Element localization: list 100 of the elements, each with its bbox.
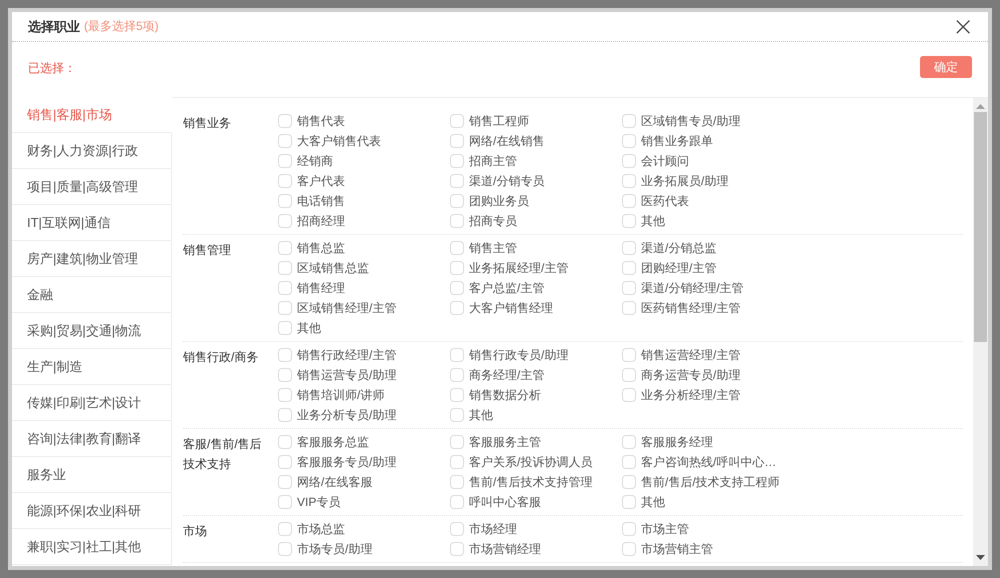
option-label[interactable]: 团购经理/主管: [641, 260, 716, 276]
checkbox[interactable]: [450, 241, 464, 255]
option-label[interactable]: 区域销售专员/助理: [641, 112, 740, 130]
category-tab[interactable]: 服务业: [12, 457, 172, 493]
checkbox[interactable]: [450, 194, 464, 208]
option-label[interactable]: 市场专员/助理: [297, 540, 372, 558]
option-label[interactable]: VIP专员: [297, 494, 340, 510]
checkbox[interactable]: [622, 154, 636, 168]
option-label[interactable]: 客户代表: [297, 172, 345, 190]
option-label[interactable]: 销售总监: [297, 240, 345, 256]
option-label[interactable]: 其他: [297, 320, 321, 336]
option-label[interactable]: 招商专员: [469, 212, 517, 230]
checkbox[interactable]: [450, 435, 464, 449]
option-label[interactable]: 销售主管: [469, 240, 517, 256]
checkbox[interactable]: [278, 542, 292, 556]
option-label[interactable]: 渠道/分销经理/主管: [641, 280, 744, 296]
checkbox[interactable]: [450, 261, 464, 275]
checkbox[interactable]: [622, 435, 636, 449]
option-label[interactable]: 客户总监/主管: [469, 280, 544, 296]
checkbox[interactable]: [622, 388, 636, 402]
option-label[interactable]: 销售运营专员/助理: [297, 366, 396, 384]
option-label[interactable]: 市场主管: [641, 520, 689, 538]
category-tab[interactable]: 传媒|印刷|艺术|设计: [12, 385, 172, 421]
checkbox[interactable]: [450, 475, 464, 489]
checkbox[interactable]: [622, 241, 636, 255]
option-label[interactable]: 医药销售经理/主管: [641, 300, 740, 316]
checkbox[interactable]: [622, 522, 636, 536]
option-label[interactable]: 医药代表: [641, 192, 689, 210]
checkbox[interactable]: [450, 368, 464, 382]
option-label[interactable]: 销售行政专员/助理: [469, 346, 568, 364]
checkbox[interactable]: [278, 174, 292, 188]
checkbox[interactable]: [622, 348, 636, 362]
option-label[interactable]: 客户关系/投诉协调人员: [469, 454, 592, 470]
option-label[interactable]: 商务运营专员/助理: [641, 366, 740, 384]
option-label[interactable]: 销售数据分析: [469, 386, 541, 404]
checkbox[interactable]: [622, 194, 636, 208]
checkbox[interactable]: [450, 154, 464, 168]
checkbox[interactable]: [622, 542, 636, 556]
option-label[interactable]: 业务分析经理/主管: [641, 386, 740, 404]
option-label[interactable]: 市场经理: [469, 520, 517, 538]
checkbox[interactable]: [278, 435, 292, 449]
checkbox[interactable]: [278, 114, 292, 128]
option-label[interactable]: 客户咨询热线/呼叫中心…: [641, 454, 776, 470]
checkbox[interactable]: [622, 281, 636, 295]
checkbox[interactable]: [278, 134, 292, 148]
category-tab[interactable]: 生产|制造: [12, 349, 172, 385]
category-tab[interactable]: 财务|人力资源|行政: [12, 133, 172, 169]
checkbox[interactable]: [278, 495, 292, 509]
option-label[interactable]: 销售培训师/讲师: [297, 386, 384, 404]
option-label[interactable]: 销售经理: [297, 280, 345, 296]
checkbox[interactable]: [450, 174, 464, 188]
checkbox[interactable]: [278, 475, 292, 489]
category-tab[interactable]: 采购|贸易|交通|物流: [12, 313, 172, 349]
checkbox[interactable]: [450, 134, 464, 148]
checkbox[interactable]: [278, 408, 292, 422]
category-tab[interactable]: IT|互联网|通信: [12, 205, 172, 241]
option-label[interactable]: 客服服务专员/助理: [297, 454, 396, 470]
option-label[interactable]: 售前/售后技术支持管理: [469, 474, 592, 490]
option-label[interactable]: 销售运营经理/主管: [641, 346, 740, 364]
option-label[interactable]: 电话销售: [297, 192, 345, 210]
option-label[interactable]: 呼叫中心客服: [469, 494, 541, 510]
checkbox[interactable]: [450, 281, 464, 295]
option-label[interactable]: 销售代表: [297, 112, 345, 130]
checkbox[interactable]: [278, 321, 292, 335]
category-tab[interactable]: 房产|建筑|物业管理: [12, 241, 172, 277]
checkbox[interactable]: [278, 154, 292, 168]
option-label[interactable]: 销售业务跟单: [641, 132, 713, 150]
option-label[interactable]: 市场营销主管: [641, 540, 713, 558]
category-tab[interactable]: 兼职|实习|社工|其他: [12, 529, 172, 565]
option-label[interactable]: 业务分析专员/助理: [297, 406, 396, 424]
option-label[interactable]: 客服服务总监: [297, 434, 369, 450]
checkbox[interactable]: [622, 114, 636, 128]
checkbox[interactable]: [622, 455, 636, 469]
option-label[interactable]: 其他: [469, 406, 493, 424]
option-label[interactable]: 业务拓展经理/主管: [469, 260, 568, 276]
option-label[interactable]: 经销商: [297, 152, 333, 170]
checkbox[interactable]: [450, 348, 464, 362]
scrollbar[interactable]: [973, 98, 988, 566]
checkbox[interactable]: [450, 495, 464, 509]
checkbox[interactable]: [450, 214, 464, 228]
checkbox[interactable]: [278, 261, 292, 275]
checkbox[interactable]: [622, 368, 636, 382]
option-label[interactable]: 招商主管: [469, 152, 517, 170]
checkbox[interactable]: [278, 214, 292, 228]
option-label[interactable]: 市场总监: [297, 520, 345, 538]
option-label[interactable]: 网络/在线销售: [469, 132, 544, 150]
checkbox[interactable]: [622, 261, 636, 275]
option-label[interactable]: 渠道/分销总监: [641, 240, 716, 256]
checkbox[interactable]: [622, 134, 636, 148]
checkbox[interactable]: [278, 522, 292, 536]
checkbox[interactable]: [278, 368, 292, 382]
checkbox[interactable]: [450, 542, 464, 556]
option-label[interactable]: 售前/售后/技术支持工程师: [641, 474, 780, 490]
option-label[interactable]: 销售行政经理/主管: [297, 346, 396, 364]
option-label[interactable]: 商务经理/主管: [469, 366, 544, 384]
option-label[interactable]: 其他: [641, 212, 665, 230]
checkbox[interactable]: [450, 408, 464, 422]
checkbox[interactable]: [622, 475, 636, 489]
checkbox[interactable]: [450, 388, 464, 402]
checkbox[interactable]: [450, 114, 464, 128]
